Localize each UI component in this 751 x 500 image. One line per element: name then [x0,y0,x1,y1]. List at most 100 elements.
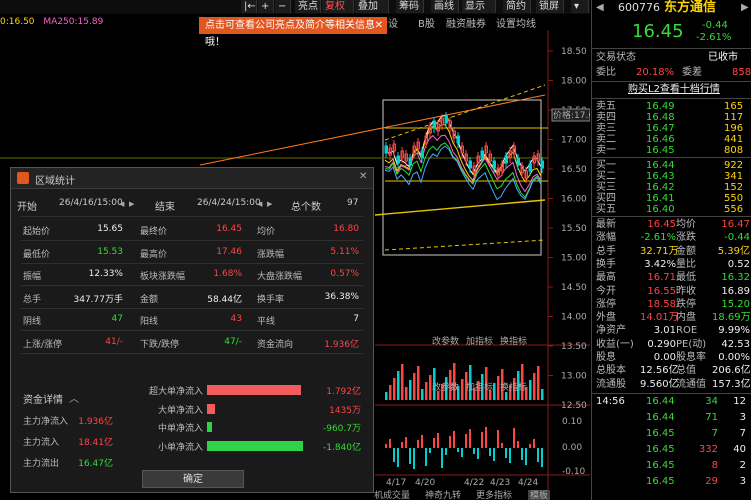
buy-l2-link[interactable]: 购买L2查看十档行情 [628,84,720,96]
price-tick: 15.00 [561,254,587,264]
display-button[interactable]: 显示 [462,0,496,13]
region-stat-value: 36.38% [324,291,359,302]
sub2-add-indicator[interactable]: 加指标 [466,381,493,393]
close-icon[interactable]: ✕ [359,171,367,182]
overlay-button[interactable]: 叠加 [355,0,389,13]
price-tick: 16.00 [561,195,587,205]
adjust-button[interactable]: 复权 [322,0,354,13]
stat-label: 最新 [596,219,616,230]
dialog-title: 区域统计 [35,176,75,187]
highlight-button[interactable]: 亮点 [295,0,321,13]
region-stat-value: 41/- [105,336,123,347]
start-next-icon[interactable]: ▶ [129,200,134,208]
draw-line-button[interactable]: 画线 [431,0,459,13]
quote-panel: ◀ 600776 东方通信 ▶ 16.45 -0.44 -2.61% 交易状态 … [591,0,751,500]
chips-button[interactable]: 筹码 [396,0,424,13]
macd-bar [505,448,507,458]
close-icon[interactable]: ✕ [375,17,383,34]
fund-value: 18.41亿 [78,438,113,448]
tab-volume[interactable]: 机成交量 [374,489,410,500]
region-stat-label: 金额 [140,294,159,305]
sub-tick-2: -0.10 [562,467,586,477]
price-tick: 15.50 [561,224,587,234]
start-prev-icon[interactable]: ◀ [119,200,124,208]
stat-value: 16.89 [721,285,750,297]
candle-body [516,157,520,166]
macd-bar [521,448,523,460]
weibi-label: 委比 [596,67,616,78]
stat-value: 3.01 [653,325,676,337]
zoom-in-button[interactable]: + [258,0,274,13]
asks-volume: 808 [724,145,744,156]
end-next-icon[interactable]: ▶ [267,200,272,208]
stat-row: 股息 0.00 股息率 0.00% [596,352,750,364]
tab-nine-turn[interactable]: 神奇九转 [425,489,461,500]
sub1-switch-indicator[interactable]: 换指标 [500,335,527,347]
dialog-title-bar[interactable]: 区域统计 ✕ [11,168,373,189]
sub1-edit-params[interactable]: 改参数 [432,335,459,347]
region-stat-label: 均价 [257,227,276,237]
tick-volume: 34 [705,396,718,407]
tab-template[interactable]: 模板 [530,489,548,500]
region-stat-value: 5.11% [330,246,359,257]
macd-bar [437,433,439,448]
region-stat-label: 总手 [23,294,42,305]
sub2-switch-indicator[interactable]: 换指标 [500,381,527,393]
tick-count: 7 [739,428,746,439]
tick-row: 16.45 332 40 [596,444,748,456]
sub-tool-margin[interactable]: 融资融券 [446,15,486,30]
end-value[interactable]: 26/4/24/15:00 [197,198,261,208]
end-prev-icon[interactable]: ◀ [257,200,262,208]
lock-screen-button[interactable]: 锁屏 [536,0,564,13]
tick-count: 40 [733,444,746,455]
sub1-add-indicator[interactable]: 加指标 [466,335,493,347]
price-tick: 18.00 [561,77,587,87]
ma-legend: 0:16.50 MA250:15.89 [0,17,200,29]
stat-label: 昨收 [676,285,696,297]
price-tick: 13.50 [561,342,587,352]
go-start-button[interactable]: |← [241,0,257,13]
volume-bar [405,387,408,400]
macd-bar [533,439,535,448]
tick-volume: 332 [698,444,718,455]
macd-bar [465,434,467,448]
start-value[interactable]: 26/4/16/15:00 [59,198,123,208]
ok-button[interactable]: 确定 [142,470,244,488]
macd-bar [493,448,495,461]
tab-more-indicators[interactable]: 更多指标 [476,489,512,500]
stock-code: 600776 [618,1,660,14]
simple-button[interactable]: 简约 [503,0,531,13]
sub-tool-ma-settings[interactable]: 设置均线 [496,15,536,30]
stat-label: PE(动) [676,338,707,350]
stat-value: 16.47 [721,219,750,230]
stat-row: 外盘 14.01万 内盘 18.69万 [596,312,751,324]
sub2-edit-params[interactable]: 改参数 [432,381,459,393]
status-value: 已收市 [708,52,738,63]
sub-tool-settings[interactable]: 设 [388,15,398,30]
fund-label: 主力净流入 [23,417,69,427]
bids-price: 16.40 [646,204,675,215]
candle-body [540,160,544,169]
chevron-up-icon[interactable]: ︿ [69,390,79,405]
macd-bar [525,448,527,465]
candle-body [420,150,424,159]
quote-nav-left-icon[interactable]: ◀ [596,2,604,14]
more-menu-icon[interactable]: ▾ [571,0,589,13]
latest-price: 16.45 [632,21,684,42]
date-tick-2: 4/22 [464,478,484,488]
quote-nav-right-icon[interactable]: ▶ [741,2,749,14]
macd-bar [469,429,471,448]
sub-tool-bshares[interactable]: B股 [418,15,435,30]
volume-bar [461,379,464,400]
tick-count: 3 [739,476,746,487]
stat-value: 0.00 [653,352,676,363]
stat-label: 涨停 [596,298,616,310]
promo-banner[interactable]: 点击可查看公司亮点及简介等相关信息哦！ ✕ [199,17,387,48]
stat-value: -0.44 [724,232,750,244]
count-value: 97 [347,198,359,208]
region-stats-dialog: 区域统计 ✕ 开始 26/4/16/15:00 ◀ ▶ 结束 26/4/24/1… [10,167,374,493]
flow-label: 中单净流入 [157,424,203,434]
region-stat-label: 下跌/跌停 [140,339,180,350]
zoom-out-button[interactable]: − [275,0,291,13]
stat-label: 金额 [676,245,696,257]
